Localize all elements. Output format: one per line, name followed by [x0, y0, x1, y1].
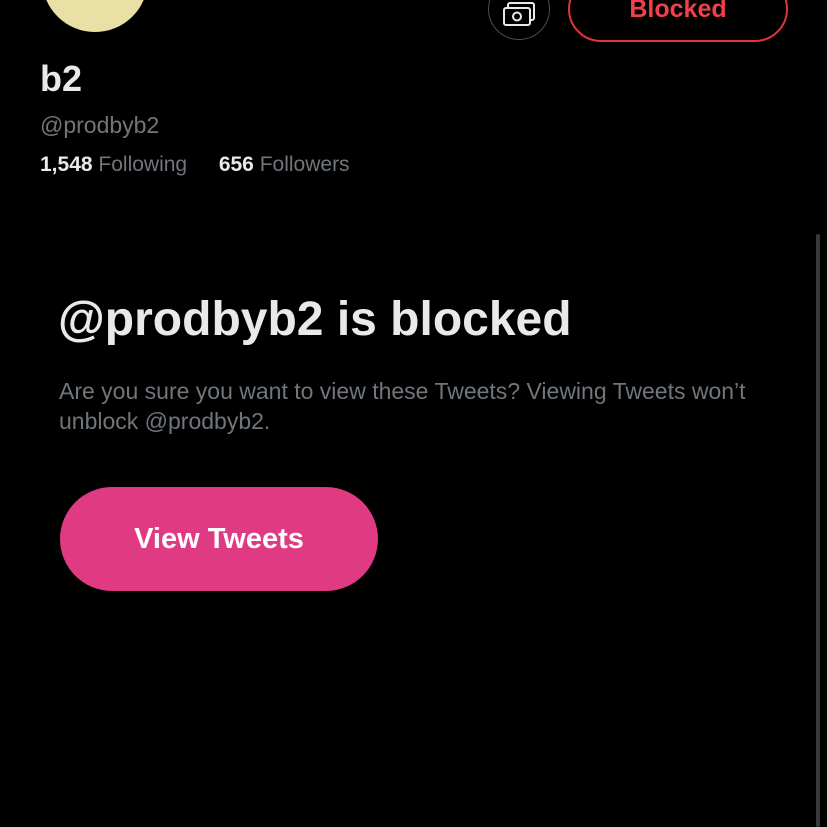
- followers-label: Followers: [259, 153, 350, 176]
- followers-count: 656: [218, 153, 254, 176]
- tip-button[interactable]: [488, 0, 550, 40]
- profile-display-name: b2: [40, 58, 83, 99]
- following-count: 1,548: [40, 153, 93, 176]
- avatar[interactable]: [42, 0, 148, 32]
- money-icon: [502, 0, 536, 28]
- blocked-button[interactable]: Blocked: [568, 0, 788, 42]
- followers-link[interactable]: 656 Followers: [213, 153, 350, 176]
- profile-stats: 1,548 Following 656 Followers: [40, 153, 350, 177]
- blocked-title: @prodbyb2 is blocked: [58, 293, 572, 346]
- following-label: Following: [98, 153, 188, 176]
- profile-handle: @prodbyb2: [40, 112, 160, 138]
- following-link[interactable]: 1,548 Following: [40, 153, 193, 176]
- view-tweets-button[interactable]: View Tweets: [60, 487, 378, 591]
- blocked-description: Are you sure you want to view these Twee…: [59, 378, 746, 434]
- scrollbar[interactable]: [816, 234, 820, 827]
